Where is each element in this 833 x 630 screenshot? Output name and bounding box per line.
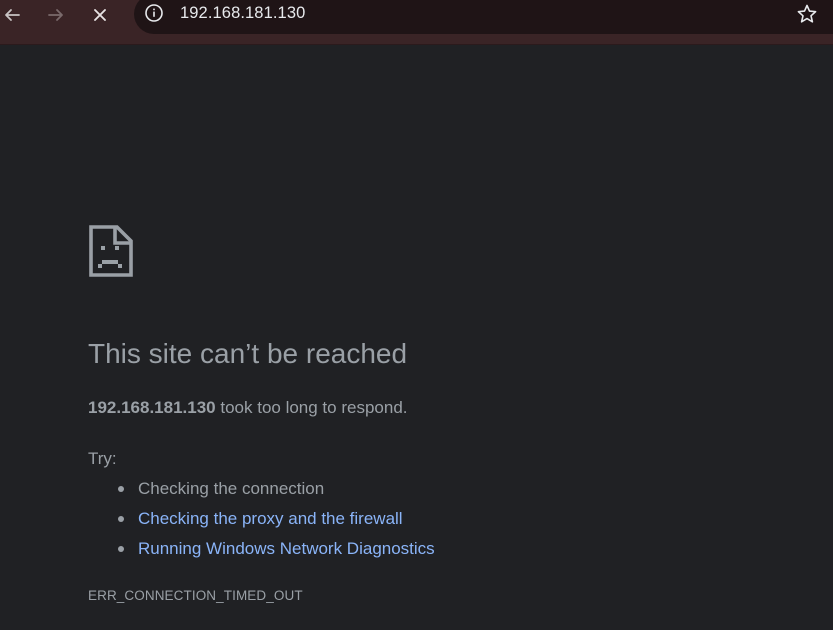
forward-button[interactable]	[42, 1, 70, 29]
try-label: Try:	[88, 449, 117, 468]
network-diagnostics-link[interactable]: Running Windows Network Diagnostics	[138, 539, 435, 558]
list-item: Checking the connection	[88, 478, 435, 508]
list-item: Running Windows Network Diagnostics	[88, 538, 435, 568]
error-code: ERR_CONNECTION_TIMED_OUT	[88, 588, 303, 603]
back-button[interactable]	[0, 1, 26, 29]
suggestion-text: Checking the connection	[138, 479, 325, 498]
bullet-icon	[118, 546, 124, 552]
bookmark-star-icon[interactable]	[796, 3, 818, 25]
list-item: Checking the proxy and the firewall	[88, 508, 435, 538]
back-arrow-icon	[5, 9, 20, 21]
error-message: 192.168.181.130 took too long to respond…	[88, 398, 408, 418]
error-description: took too long to respond.	[220, 398, 408, 417]
site-info-icon[interactable]	[143, 2, 165, 24]
browser-toolbar: 192.168.181.130	[0, 0, 833, 45]
host-name: 192.168.181.130	[88, 398, 216, 417]
stop-loading-button[interactable]	[86, 1, 114, 29]
bullet-icon	[118, 516, 124, 522]
page-title: This site can’t be reached	[88, 338, 408, 369]
proxy-firewall-link[interactable]: Checking the proxy and the firewall	[138, 509, 403, 528]
suggestion-list: Checking the connection Checking the pro…	[88, 478, 435, 568]
sad-file-icon	[89, 225, 133, 277]
forward-arrow-icon	[48, 9, 63, 21]
bullet-icon	[118, 486, 124, 492]
url-text[interactable]: 192.168.181.130	[180, 4, 305, 23]
close-icon	[94, 9, 106, 21]
